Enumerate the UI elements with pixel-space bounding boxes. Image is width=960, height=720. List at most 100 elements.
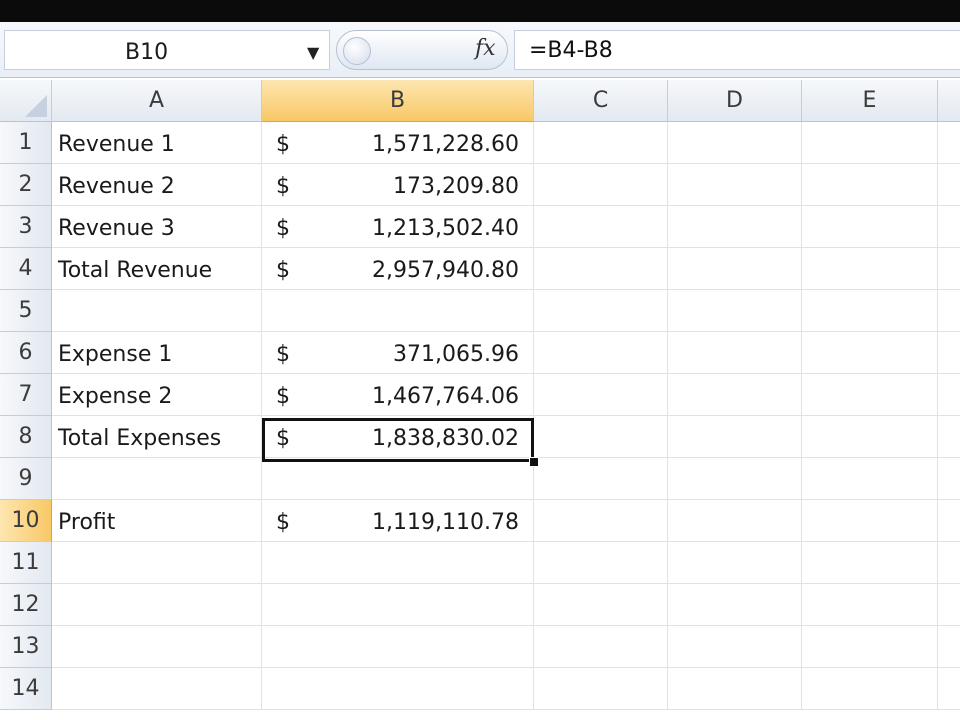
cell-b9[interactable] [262, 458, 534, 500]
row-header-10[interactable]: 10 [0, 500, 52, 542]
cell-c3[interactable] [534, 206, 668, 248]
cell-c8[interactable] [534, 416, 668, 458]
column-header-c[interactable]: C [534, 80, 668, 122]
cell-e2[interactable] [802, 164, 938, 206]
row-header-12[interactable]: 12 [0, 584, 52, 626]
column-header-a[interactable]: A [52, 80, 262, 122]
row-header-13[interactable]: 13 [0, 626, 52, 668]
cell-e7[interactable] [802, 374, 938, 416]
column-header-partial[interactable] [938, 80, 960, 122]
row-header-5[interactable]: 5 [0, 290, 52, 332]
cell-d9[interactable] [668, 458, 802, 500]
cell-a3[interactable]: Revenue 3 [52, 206, 262, 248]
cell-partial11[interactable] [938, 542, 960, 584]
cell-a5[interactable] [52, 290, 262, 332]
cell-partial10[interactable] [938, 500, 960, 542]
expand-handle-icon[interactable] [343, 37, 371, 65]
cell-b13[interactable] [262, 626, 534, 668]
cell-b10[interactable]: $1,119,110.78 [262, 500, 534, 542]
cell-e10[interactable] [802, 500, 938, 542]
cell-e4[interactable] [802, 248, 938, 290]
cell-partial4[interactable] [938, 248, 960, 290]
cell-partial7[interactable] [938, 374, 960, 416]
row-header-9[interactable]: 9 [0, 458, 52, 500]
cell-partial9[interactable] [938, 458, 960, 500]
row-header-7[interactable]: 7 [0, 374, 52, 416]
row-header-4[interactable]: 4 [0, 248, 52, 290]
cell-a12[interactable] [52, 584, 262, 626]
column-header-e[interactable]: E [802, 80, 938, 122]
select-all-corner[interactable] [0, 80, 52, 122]
row-header-14[interactable]: 14 [0, 668, 52, 710]
cell-d13[interactable] [668, 626, 802, 668]
cell-partial1[interactable] [938, 122, 960, 164]
cell-c6[interactable] [534, 332, 668, 374]
cell-c10[interactable] [534, 500, 668, 542]
cell-a9[interactable] [52, 458, 262, 500]
cell-b4[interactable]: $2,957,940.80 [262, 248, 534, 290]
cell-partial3[interactable] [938, 206, 960, 248]
cell-b3[interactable]: $1,213,502.40 [262, 206, 534, 248]
cell-d3[interactable] [668, 206, 802, 248]
row-header-8[interactable]: 8 [0, 416, 52, 458]
cell-a8[interactable]: Total Expenses [52, 416, 262, 458]
cell-a13[interactable] [52, 626, 262, 668]
cell-c4[interactable] [534, 248, 668, 290]
cell-e3[interactable] [802, 206, 938, 248]
cell-c7[interactable] [534, 374, 668, 416]
cell-a14[interactable] [52, 668, 262, 710]
cell-c5[interactable] [534, 290, 668, 332]
cell-partial2[interactable] [938, 164, 960, 206]
cell-a10[interactable]: Profit [52, 500, 262, 542]
cell-e13[interactable] [802, 626, 938, 668]
cell-c12[interactable] [534, 584, 668, 626]
insert-function-control[interactable]: fx [336, 30, 508, 70]
cell-c14[interactable] [534, 668, 668, 710]
column-header-b[interactable]: B [262, 80, 534, 122]
row-header-6[interactable]: 6 [0, 332, 52, 374]
cell-partial5[interactable] [938, 290, 960, 332]
cell-partial14[interactable] [938, 668, 960, 710]
cell-a11[interactable] [52, 542, 262, 584]
name-box[interactable]: B10 ▼ [4, 30, 330, 70]
cell-partial13[interactable] [938, 626, 960, 668]
row-header-2[interactable]: 2 [0, 164, 52, 206]
cell-d1[interactable] [668, 122, 802, 164]
cell-c11[interactable] [534, 542, 668, 584]
cell-d10[interactable] [668, 500, 802, 542]
cell-d2[interactable] [668, 164, 802, 206]
cell-d7[interactable] [668, 374, 802, 416]
fill-handle[interactable] [529, 457, 539, 467]
cell-d14[interactable] [668, 668, 802, 710]
row-header-11[interactable]: 11 [0, 542, 52, 584]
cell-b7[interactable]: $1,467,764.06 [262, 374, 534, 416]
cell-b14[interactable] [262, 668, 534, 710]
row-header-3[interactable]: 3 [0, 206, 52, 248]
column-header-d[interactable]: D [668, 80, 802, 122]
cell-d4[interactable] [668, 248, 802, 290]
cell-a2[interactable]: Revenue 2 [52, 164, 262, 206]
cell-b12[interactable] [262, 584, 534, 626]
chevron-down-icon[interactable]: ▼ [307, 43, 319, 62]
cell-d5[interactable] [668, 290, 802, 332]
cell-b6[interactable]: $371,065.96 [262, 332, 534, 374]
cell-b1[interactable]: $1,571,228.60 [262, 122, 534, 164]
cell-d11[interactable] [668, 542, 802, 584]
cell-e12[interactable] [802, 584, 938, 626]
cell-b5[interactable] [262, 290, 534, 332]
cell-e1[interactable] [802, 122, 938, 164]
cell-a1[interactable]: Revenue 1 [52, 122, 262, 164]
cell-a6[interactable]: Expense 1 [52, 332, 262, 374]
cell-c1[interactable] [534, 122, 668, 164]
cell-c9[interactable] [534, 458, 668, 500]
cell-a7[interactable]: Expense 2 [52, 374, 262, 416]
row-header-1[interactable]: 1 [0, 122, 52, 164]
formula-input[interactable]: =B4-B8 [514, 30, 960, 70]
cell-partial8[interactable] [938, 416, 960, 458]
cell-e8[interactable] [802, 416, 938, 458]
cell-d12[interactable] [668, 584, 802, 626]
cell-b11[interactable] [262, 542, 534, 584]
cell-e14[interactable] [802, 668, 938, 710]
cell-d8[interactable] [668, 416, 802, 458]
cell-d6[interactable] [668, 332, 802, 374]
